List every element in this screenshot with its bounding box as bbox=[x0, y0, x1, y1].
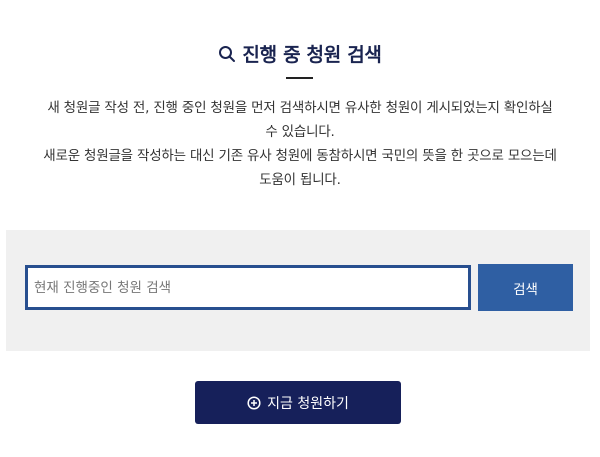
title-divider bbox=[286, 77, 313, 79]
plus-circle-icon bbox=[247, 395, 261, 410]
search-section-header: 진행 중 청원 검색 bbox=[0, 40, 600, 67]
petition-search-input[interactable] bbox=[25, 265, 471, 310]
create-petition-button[interactable]: 지금 청원하기 bbox=[195, 381, 401, 424]
create-petition-label: 지금 청원하기 bbox=[267, 395, 349, 412]
description-line: 새로운 청원글을 작성하는 대신 기존 유사 청원에 동참하시면 국민의 뜻을 … bbox=[43, 148, 557, 164]
search-description: 새 청원글 작성 전, 진행 중인 청원을 먼저 검색하시면 유사한 청원이 게… bbox=[0, 96, 600, 192]
page-title-text: 진행 중 청원 검색 bbox=[242, 44, 382, 66]
page-title: 진행 중 청원 검색 bbox=[218, 40, 382, 67]
description-line: 수 있습니다. bbox=[265, 124, 335, 140]
search-icon bbox=[218, 45, 236, 63]
search-button[interactable]: 검색 bbox=[478, 264, 573, 311]
description-line: 새 청원글 작성 전, 진행 중인 청원을 먼저 검색하시면 유사한 청원이 게… bbox=[47, 100, 553, 116]
description-line: 도움이 됩니다. bbox=[259, 172, 341, 188]
